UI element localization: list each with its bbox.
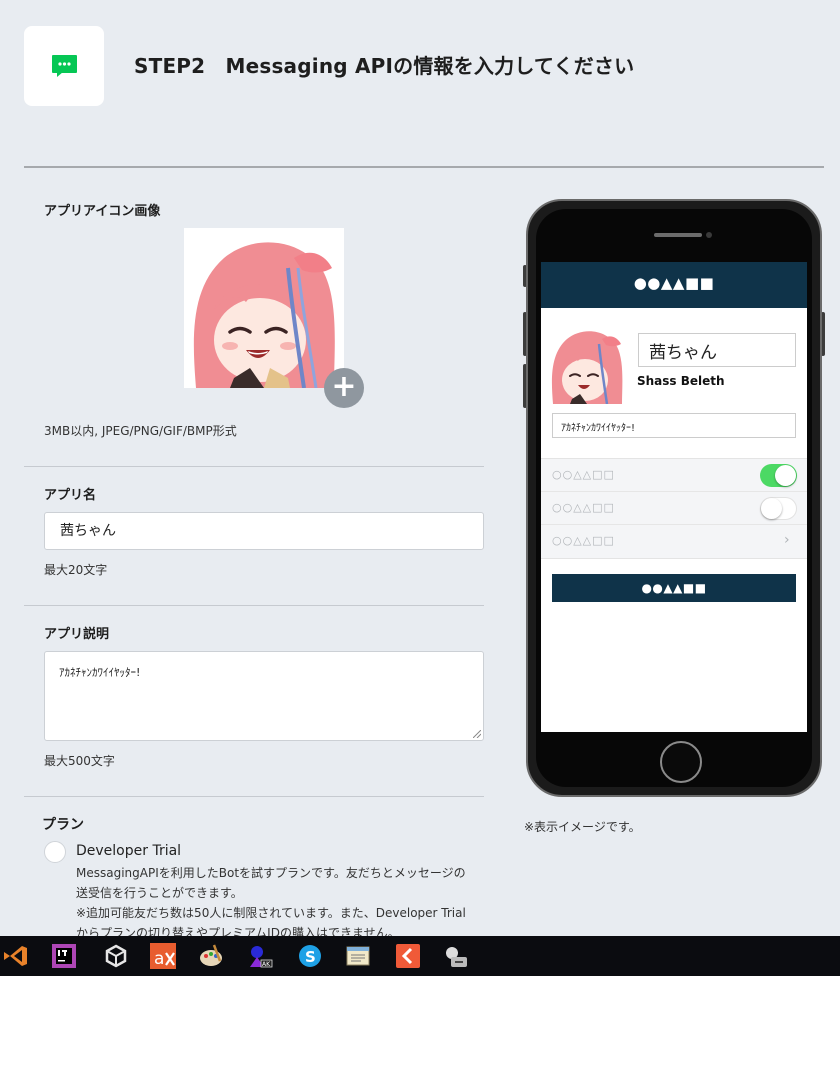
preview-owner-name: Shass Beleth — [637, 374, 725, 388]
app-icon-image[interactable] — [184, 228, 344, 388]
plan-developer-trial-radio[interactable] — [44, 841, 66, 863]
page-title: STEP2 Messaging APIの情報を入力してください — [134, 54, 635, 78]
app-description-value: ｱｶﾈﾁｬﾝｶﾜｲｲﾔｯﾀｰ! — [59, 666, 141, 679]
svg-text:a: a — [154, 949, 164, 969]
resize-grip-icon[interactable] — [473, 730, 481, 738]
plus-icon: + — [331, 369, 357, 404]
phone-screen: ●●▲▲■■ 茜ちゃん Shass Beleth ｱｶﾈﾁｬﾝｶﾜｲｲﾔｯﾀｰ!… — [541, 262, 807, 732]
asana-icon[interactable]: a — [150, 943, 176, 969]
unity-icon[interactable] — [103, 943, 129, 969]
taskbar: a AK S — [0, 936, 840, 976]
preview-setting-row: ○○△△□□ — [541, 459, 807, 492]
notepad-app-icon[interactable] — [345, 943, 371, 969]
red-app-icon[interactable] — [395, 943, 421, 969]
preview-setting-label: ○○△△□□ — [552, 468, 615, 481]
app-description-textarea[interactable]: ｱｶﾈﾁｬﾝｶﾜｲｲﾔｯﾀｰ! — [44, 651, 484, 741]
header-divider — [24, 166, 824, 168]
preview-name-field: 茜ちゃん — [638, 333, 796, 367]
preview-header: ●●▲▲■■ — [541, 262, 807, 308]
app-name-input[interactable]: 茜ちゃん — [44, 512, 484, 550]
app-description-label: アプリ説明 — [44, 627, 110, 642]
akane-avatar-image — [184, 228, 344, 388]
character-app-icon[interactable]: AK — [247, 943, 273, 969]
app-icon-label: アプリアイコン画像 — [44, 204, 161, 219]
phone-camera — [706, 232, 712, 238]
voiceroid-icon[interactable] — [443, 943, 469, 969]
app-name-limit-note: 最大20文字 — [44, 563, 108, 577]
svg-text:S: S — [305, 948, 316, 966]
skype-icon[interactable]: S — [297, 943, 323, 969]
plan-developer-trial-description: MessagingAPIを利用したBotを試すプランです。友だちとメッセージの送… — [76, 863, 476, 936]
toggle-knob — [775, 465, 796, 486]
preview-toggle-off — [760, 497, 797, 520]
app-name-label: アプリ名 — [44, 488, 97, 503]
preview-setting-label: ○○△△□□ — [552, 534, 615, 547]
preview-header-title: ●●▲▲■■ — [633, 274, 715, 292]
plan-description-note: ※追加可能友だち数は50人に制限されています。また、Developer Tria… — [76, 906, 466, 936]
page: STEP2 Messaging APIの情報を入力してください アプリアイコン画… — [0, 0, 840, 936]
line-logo — [24, 26, 104, 106]
preview-description-field: ｱｶﾈﾁｬﾝｶﾜｲｲﾔｯﾀｰ! — [552, 413, 796, 438]
akane-avatar-image-small — [551, 324, 623, 404]
section-divider — [24, 796, 484, 797]
section-divider — [24, 605, 484, 606]
plan-label: プラン — [42, 817, 84, 833]
app-description-limit-note: 最大500文字 — [44, 754, 115, 768]
preview-setting-row: ○○△△□□ — [541, 492, 807, 525]
preview-setting-label: ○○△△□□ — [552, 501, 615, 514]
preview-note: ※表示イメージです。 — [524, 820, 641, 834]
svg-text:AK: AK — [262, 961, 271, 968]
phone-home-button — [660, 741, 702, 783]
icon-format-note: 3MB以内, JPEG/PNG/GIF/BMP形式 — [44, 424, 237, 438]
preview-avatar — [551, 324, 623, 404]
line-chat-icon — [52, 55, 77, 77]
paint-palette-icon[interactable] — [198, 943, 224, 969]
plan-description-text: MessagingAPIを利用したBotを試すプランです。友だちとメッセージの送… — [76, 866, 466, 900]
toggle-knob — [761, 498, 782, 519]
add-icon-button[interactable]: + — [324, 368, 364, 408]
phone-speaker — [654, 233, 702, 237]
preview-settings-list: ○○△△□□ ○○△△□□ ○○△△□□ › — [541, 458, 807, 559]
chevron-right-icon: › — [784, 532, 790, 548]
preview-toggle-on — [760, 464, 797, 487]
section-divider — [24, 466, 484, 467]
preview-setting-row: ○○△△□□ › — [541, 525, 807, 558]
visual-studio-icon[interactable] — [2, 943, 28, 969]
intellij-idea-icon[interactable] — [51, 943, 77, 969]
preview-action-button: ●●▲▲■■ — [552, 574, 796, 602]
plan-developer-trial-name: Developer Trial — [76, 843, 182, 859]
